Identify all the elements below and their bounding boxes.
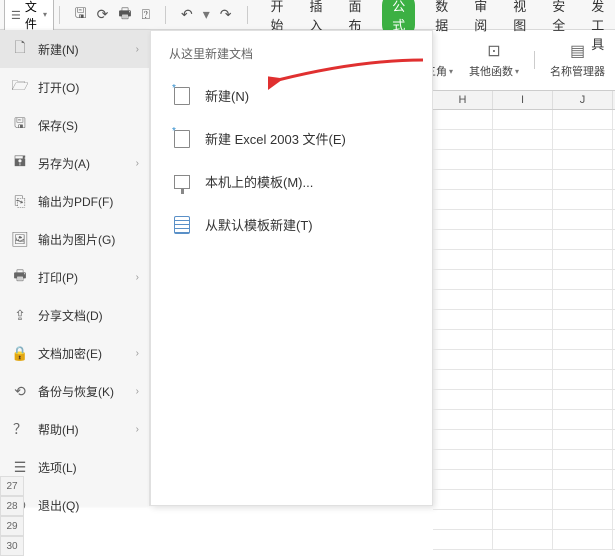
pdf-icon: ⎘ [12,193,28,209]
menu-open[interactable]: 🗁 打开(O) [0,68,149,106]
sub-item-label: 新建(N) [205,86,249,105]
menu-label: 帮助(H) [38,421,79,438]
document-icon [173,87,191,105]
menu-backup[interactable]: ⟲ 备份与恢复(K) › [0,372,149,410]
help-icon: ？ [12,421,28,437]
chevron-down-icon[interactable]: ▾ [203,6,210,23]
sub-item-local-template[interactable]: 本机上的模板(M)... [169,164,414,199]
menu-label: 选项(L) [38,459,77,476]
menu-help[interactable]: ？ 帮助(H) › [0,410,149,448]
sheet-grid[interactable] [433,110,615,556]
divider [247,6,248,24]
column-headers: H I J [433,90,615,110]
menu-new[interactable]: 🗋 新建(N) › [0,30,149,68]
row-num[interactable]: 29 [0,516,24,536]
backup-icon: ⟲ [12,383,28,399]
sub-item-new[interactable]: 新建(N) [169,78,414,113]
main-toolbar: 文件 ▾ 🖫 ⟳ 🖶 ⍰ ↶ ▾ ↷ 开始 插入 页面布局 公式 数据 审阅 视… [0,0,615,30]
col-header-i[interactable]: I [493,91,553,109]
quick-toolbar: 🖫 ⟳ 🖶 ⍰ ↶ ▾ ↷ [75,3,253,27]
menu-label: 输出为PDF(F) [38,193,113,210]
share-icon: ⇪ [12,307,28,323]
sub-item-label: 本机上的模板(M)... [205,172,313,191]
hamburger-icon [11,8,21,22]
chevron-down-icon: ▾ [43,10,47,19]
preview-icon[interactable]: ⍰ [142,6,150,23]
redo-icon[interactable]: ↷ [220,6,232,23]
chevron-down-icon: ▾ [515,67,519,76]
menu-label: 打开(O) [38,79,79,96]
row-numbers: 27 28 29 30 [0,476,24,556]
menu-print[interactable]: 🖶 打印(P) › [0,258,149,296]
ribbon-name-manager[interactable]: ▤ 名称管理器 [544,37,611,83]
document-icon [173,130,191,148]
menu-save[interactable]: 🖫 保存(S) [0,106,149,144]
menu-label: 另存为(A) [38,155,90,172]
menu-label: 备份与恢复(K) [38,383,114,400]
save-icon[interactable]: 🖫 [75,3,87,27]
menu-label: 分享文档(D) [38,307,103,324]
undo-icon[interactable]: ↶ [181,6,193,23]
chevron-right-icon: › [136,158,139,169]
file-menu: 🗋 新建(N) › 🗁 打开(O) 🖫 保存(S) 🖬 另存为(A) › ⎘ 输… [0,30,150,506]
menu-export-pdf[interactable]: ⎘ 输出为PDF(F) [0,182,149,220]
submenu-header: 从这里新建文档 [169,45,414,62]
menu-label: 文档加密(E) [38,345,102,362]
col-header-h[interactable]: H [433,91,493,109]
refresh-icon[interactable]: ⟳ [97,6,109,23]
spreadsheet-area: H I J [433,90,615,556]
document-icon: 🗋 [12,41,28,57]
ribbon-label: 名称管理器 [550,63,605,79]
chevron-right-icon: › [136,348,139,359]
col-header-j[interactable]: J [553,91,613,109]
template-icon [173,173,191,191]
menu-save-as[interactable]: 🖬 另存为(A) › [0,144,149,182]
save-icon: 🖫 [12,117,28,133]
options-icon: ☰ [12,459,28,475]
other-func-icon: ⊡ [484,41,504,61]
print-icon: 🖶 [12,269,28,285]
menu-label: 新建(N) [38,41,79,58]
menu-label: 保存(S) [38,117,78,134]
divider [534,51,535,69]
sub-item-default-template[interactable]: 从默认模板新建(T) [169,207,414,242]
menu-label: 输出为图片(G) [38,231,115,248]
row-num[interactable]: 28 [0,496,24,516]
sub-item-excel2003[interactable]: 新建 Excel 2003 文件(E) [169,121,414,156]
menu-export-image[interactable]: 🖼 输出为图片(G) [0,220,149,258]
chevron-down-icon: ▾ [449,67,453,76]
divider [59,6,60,24]
file-button-label: 文件 [25,0,39,32]
name-manager-icon: ▤ [568,41,588,61]
sub-item-label: 从默认模板新建(T) [205,215,313,234]
menu-encrypt[interactable]: 🔒 文档加密(E) › [0,334,149,372]
row-num[interactable]: 27 [0,476,24,496]
save-as-icon: 🖬 [12,155,28,171]
chevron-right-icon: › [136,424,139,435]
lock-icon: 🔒 [12,345,28,361]
chevron-right-icon: › [136,272,139,283]
chevron-right-icon: › [136,386,139,397]
sub-item-label: 新建 Excel 2003 文件(E) [205,129,346,148]
clipboard-icon [173,216,191,234]
image-icon: 🖼 [12,231,28,247]
ribbon-label: 其他函数 [469,63,513,79]
menu-share[interactable]: ⇪ 分享文档(D) [0,296,149,334]
row-num[interactable]: 30 [0,536,24,556]
ribbon-other-func[interactable]: ⊡ 其他函数 ▾ [463,37,525,83]
new-submenu: 从这里新建文档 新建(N) 新建 Excel 2003 文件(E) 本机上的模板… [150,30,433,506]
print-icon[interactable]: 🖶 [118,3,131,27]
chevron-right-icon: › [136,44,139,55]
folder-icon: 🗁 [12,79,28,95]
menu-label: 打印(P) [38,269,78,286]
menu-label: 退出(Q) [38,497,79,514]
divider [165,6,166,24]
